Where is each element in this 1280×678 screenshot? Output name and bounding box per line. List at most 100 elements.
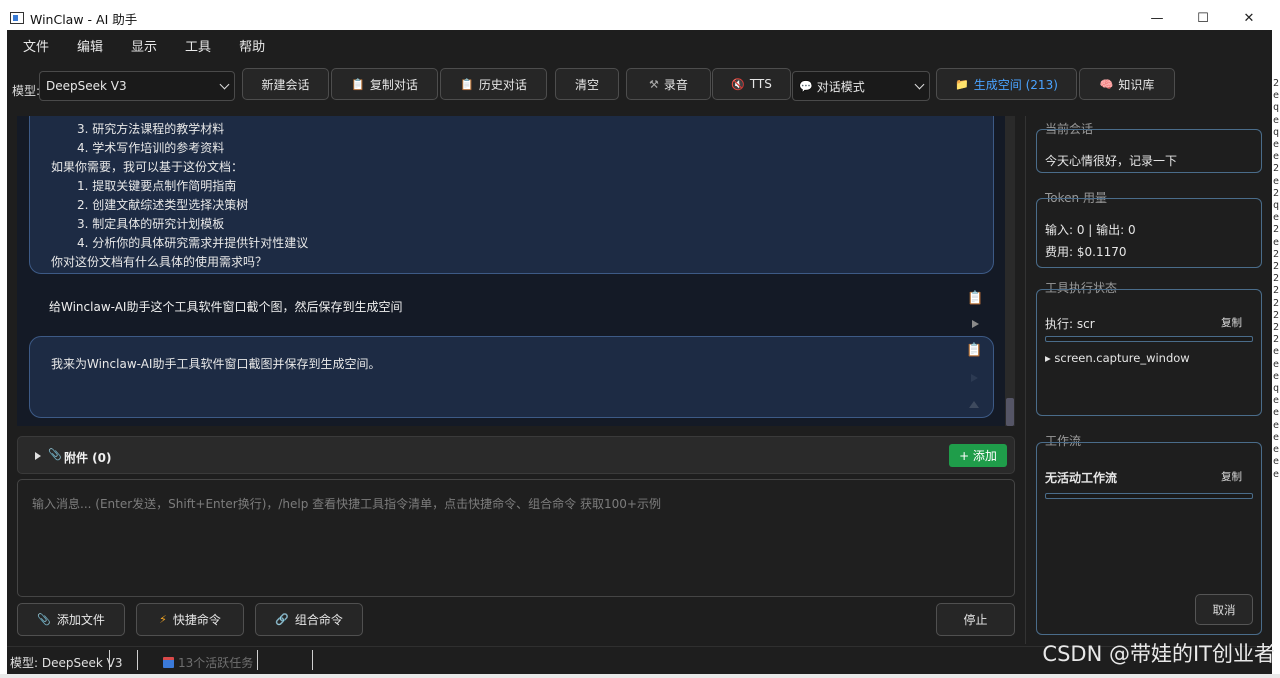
scrollbar-thumb[interactable]	[1006, 398, 1014, 426]
clipboard-icon: 📋	[460, 77, 474, 91]
stop-label: 停止	[963, 613, 988, 627]
folder-icon: 📁	[955, 77, 969, 91]
status-tasks-label: 13个活跃任务	[178, 656, 254, 670]
assistant-line: 你对这份文档有什么具体的使用需求吗？	[51, 255, 268, 269]
mode-select[interactable]: 💬 对话模式	[792, 71, 930, 101]
clipboard-icon: 📋	[351, 77, 365, 91]
model-select-value: DeepSeek V3	[46, 79, 127, 93]
clear-label: 清空	[574, 77, 599, 92]
toolbar: 模型: DeepSeek V3 新建会话 📋 复制对话 📋 历史对话 清空 ⚒ …	[7, 60, 1272, 110]
token-io: 输入: 0 | 输出: 0	[1045, 223, 1136, 237]
status-divider	[257, 650, 258, 670]
assistant-line: 4. 学术写作培训的参考资料	[77, 141, 225, 155]
history-label: 历史对话	[478, 77, 527, 92]
assistant-reply-bubble: 我来为Winclaw-AI助手工具软件窗口截图并保存到生成空间。 📋	[29, 336, 994, 418]
generation-space-button[interactable]: 📁 生成空间 (213)	[936, 68, 1077, 100]
menu-help[interactable]: 帮助	[239, 36, 265, 55]
record-button[interactable]: ⚒ 录音	[626, 68, 711, 100]
expand-arrow-icon[interactable]	[35, 452, 41, 460]
tool-progress-bar	[1045, 336, 1253, 342]
chat-area[interactable]: 3. 研究方法课程的教学材料 4. 学术写作培训的参考资料 如果你需要，我可以基…	[17, 116, 1013, 426]
stop-button[interactable]: 停止	[936, 603, 1015, 636]
status-tasks[interactable]: 13个活跃任务	[163, 654, 253, 671]
close-button[interactable]: ✕	[1226, 6, 1272, 30]
quick-command-label: 快捷命令	[172, 613, 221, 627]
status-model: 模型: DeepSeek V3	[10, 656, 123, 670]
status-divider	[109, 650, 110, 670]
chevron-down-icon	[219, 79, 230, 90]
new-chat-label: 新建会话	[261, 77, 310, 92]
workflow-copy-button[interactable]: 复制	[1221, 469, 1242, 484]
history-button[interactable]: 📋 历史对话	[440, 68, 547, 100]
taskbar-edge	[0, 674, 1280, 678]
combo-command-button[interactable]: 🔗 组合命令	[255, 603, 363, 636]
new-chat-button[interactable]: 新建会话	[242, 68, 329, 100]
app-logo-icon	[10, 12, 24, 24]
tool-copy-button[interactable]: 复制	[1221, 315, 1242, 330]
assistant-reply-text: 我来为Winclaw-AI助手工具软件窗口截图并保存到生成空间。	[51, 357, 381, 371]
status-divider	[137, 650, 138, 670]
status-divider	[312, 650, 313, 670]
assistant-message-bubble: 3. 研究方法课程的教学材料 4. 学术写作培训的参考资料 如果你需要，我可以基…	[29, 116, 994, 274]
calendar-icon	[163, 657, 174, 668]
record-label: 录音	[663, 77, 688, 92]
attachments-label: 附件 (0)	[64, 451, 112, 465]
model-label: 模型:	[12, 84, 41, 98]
knowledge-base-button[interactable]: 🧠 知识库	[1079, 68, 1175, 100]
token-cost: 费用: $0.1170	[1045, 245, 1127, 259]
play-icon[interactable]	[972, 320, 979, 328]
model-select[interactable]: DeepSeek V3	[39, 71, 235, 101]
lightning-icon: ⚡	[159, 613, 167, 626]
tool-exec-text: 执行: scr	[1045, 317, 1095, 331]
menu-bar: 文件 编辑 显示 工具 帮助	[7, 30, 1272, 60]
generation-space-label: 生成空间 (213)	[973, 77, 1058, 92]
paperclip-icon: 📎	[48, 448, 62, 461]
assistant-line: 1. 提取关键要点制作简明指南	[77, 179, 237, 193]
assistant-line: 4. 分析你的具体研究需求并提供针对性建议	[77, 236, 309, 250]
menu-view[interactable]: 显示	[131, 36, 157, 55]
menu-edit[interactable]: 编辑	[77, 36, 103, 55]
quick-command-button[interactable]: ⚡ 快捷命令	[136, 603, 244, 636]
add-file-label: 添加文件	[56, 613, 105, 627]
minimize-button[interactable]: —	[1134, 6, 1180, 30]
maximize-button[interactable]: ☐	[1180, 6, 1226, 30]
window-title: WinClaw - AI 助手	[30, 11, 138, 27]
current-session-value: 今天心情很好，记录一下	[1045, 154, 1178, 168]
chat-scrollbar[interactable]	[1005, 116, 1015, 426]
assistant-line: 如果你需要，我可以基于这份文档：	[51, 160, 244, 174]
attachments-panel[interactable]: 📎 附件 (0) + 添加	[17, 436, 1015, 474]
message-input[interactable]: 输入消息... (Enter发送，Shift+Enter换行)，/help 查看…	[17, 479, 1015, 597]
copy-chat-label: 复制对话	[369, 77, 418, 92]
hammer-icon: ⚒	[649, 77, 659, 91]
cancel-button[interactable]: 取消	[1195, 594, 1253, 625]
link-icon: 🔗	[275, 613, 289, 626]
knowledge-base-label: 知识库	[1118, 77, 1155, 92]
speech-bubble-icon: 💬	[799, 79, 813, 93]
add-file-button[interactable]: 📎 添加文件	[17, 603, 125, 636]
chevron-down-icon	[914, 79, 925, 90]
tool-item[interactable]: ▸ screen.capture_window	[1045, 351, 1190, 365]
watermark: CSDN @带娃的IT创业者	[1042, 642, 1275, 666]
background-window-strip: 2 e q e q e e 2 e 2 q e 2 e 2 2 2 2 2 2 …	[1272, 0, 1280, 678]
add-attachment-button[interactable]: + 添加	[949, 444, 1007, 467]
play-icon[interactable]	[971, 374, 978, 382]
paperclip-icon: 📎	[37, 613, 51, 626]
collapse-icon[interactable]	[969, 401, 979, 408]
clear-button[interactable]: 清空	[555, 68, 619, 100]
combo-command-label: 组合命令	[294, 613, 343, 627]
tts-button[interactable]: 🔇 TTS	[712, 68, 791, 100]
copy-message-icon[interactable]: 📋	[966, 343, 982, 358]
background-text: 2 e q e q e e 2 e 2 q e 2 e 2 2 2 2 2 2 …	[1273, 78, 1280, 480]
panel-divider[interactable]	[1025, 116, 1026, 644]
copy-message-icon[interactable]: 📋	[967, 291, 983, 306]
brain-icon: 🧠	[1099, 77, 1114, 91]
copy-chat-button[interactable]: 📋 复制对话	[331, 68, 438, 100]
app-window: WinClaw - AI 助手 — ☐ ✕ 文件 编辑 显示 工具 帮助 模型:…	[7, 6, 1272, 674]
menu-tools[interactable]: 工具	[185, 36, 211, 55]
assistant-line: 3. 研究方法课程的教学材料	[77, 122, 225, 136]
menu-file[interactable]: 文件	[23, 36, 49, 55]
tts-label: TTS	[749, 77, 772, 91]
workflow-progress-bar	[1045, 493, 1253, 499]
title-bar: WinClaw - AI 助手 — ☐ ✕	[7, 6, 1272, 30]
mode-select-value: 对话模式	[816, 79, 865, 94]
